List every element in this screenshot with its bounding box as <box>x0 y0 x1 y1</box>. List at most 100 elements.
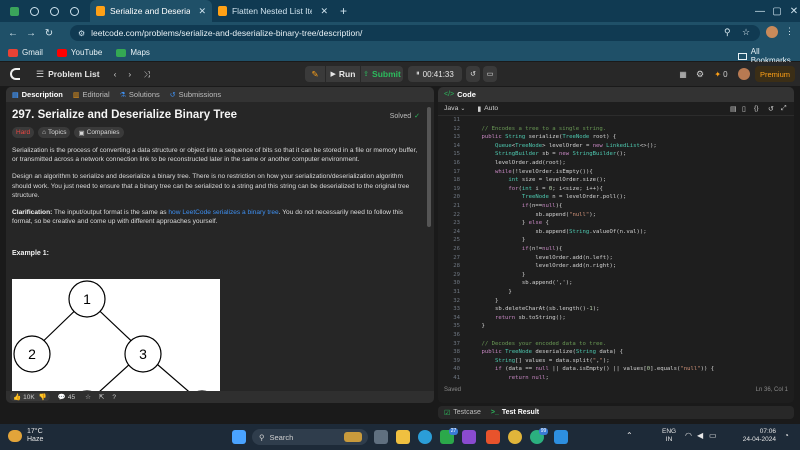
next-problem-icon[interactable]: › <box>128 69 131 79</box>
prev-problem-icon[interactable]: ‹ <box>114 69 117 79</box>
file-explorer-icon[interactable] <box>396 430 410 444</box>
tab-flatten[interactable]: Flatten Nested List Iterator - L ✕ <box>212 0 334 22</box>
brave-icon[interactable] <box>486 430 500 444</box>
thumb-down-icon[interactable]: 👎 <box>39 393 47 401</box>
tab-actions-icon[interactable] <box>4 0 24 22</box>
bookmark-label: YouTube <box>70 48 103 57</box>
zoom-icon[interactable]: ⚲ <box>724 27 731 38</box>
line-number: 38 <box>453 349 460 356</box>
line-code: levelOrder.add(root); <box>494 160 566 166</box>
debug-button[interactable]: ✎ <box>305 66 325 82</box>
submit-button[interactable]: ⇪ Submit <box>361 66 403 82</box>
tab-test-result[interactable]: >_ Test Result <box>491 409 539 416</box>
line-code: public TreeNode deserialize(String data)… <box>481 349 624 356</box>
battery-icon[interactable]: ▭ <box>709 431 717 440</box>
tab-serialize[interactable]: Serialize and Deserialize Binar ✕ <box>90 0 212 22</box>
wifi-icon[interactable]: ◠ <box>685 431 692 440</box>
pinned-tab-icon-2[interactable] <box>64 0 84 22</box>
tab-label: Editorial <box>82 90 110 99</box>
premium-button[interactable]: Premium <box>755 66 795 82</box>
topics-tag[interactable]: ⌂ Topics <box>38 127 71 138</box>
tab-description[interactable]: ▤ Description <box>12 90 63 99</box>
github-icon[interactable] <box>24 0 44 22</box>
vscode-icon[interactable] <box>554 430 568 444</box>
comments-button[interactable]: 💬 45 <box>58 393 75 402</box>
like-button[interactable]: 👍 10K 👎 <box>10 393 50 401</box>
volume-icon[interactable]: ◀ <box>697 431 703 440</box>
bookmark-youtube[interactable]: YouTube <box>56 48 103 57</box>
notifications-icon[interactable]: ◔ <box>784 431 789 440</box>
edge-icon[interactable] <box>418 430 432 444</box>
profile-avatar[interactable] <box>766 26 778 38</box>
bookmark-icon[interactable]: ▯ <box>742 105 746 113</box>
format-code-icon[interactable]: {} <box>754 105 759 112</box>
run-button[interactable]: ▶ Run <box>326 66 360 82</box>
weather-widget[interactable]: 17°C Haze <box>8 428 43 444</box>
description-scrollbar[interactable] <box>427 107 431 227</box>
taskbar-search[interactable]: ⚲ Search <box>252 429 368 445</box>
close-window-icon[interactable]: ✕ <box>782 0 800 22</box>
companies-tag[interactable]: ▣ Companies <box>74 127 124 138</box>
forward-icon[interactable]: → <box>22 22 40 44</box>
line-number: 29 <box>453 271 460 278</box>
clarification-link[interactable]: how LeetCode serializes a binary tree <box>168 209 278 216</box>
chrome-icon[interactable] <box>508 430 522 444</box>
notes-icon[interactable]: ▭ <box>483 66 497 82</box>
close-tab-icon[interactable]: ✕ <box>320 6 328 17</box>
clock[interactable]: 07:06 24-04-2024 <box>728 428 776 444</box>
task-view-icon[interactable] <box>374 430 388 444</box>
tree-svg: 1 2 3 <box>13 280 220 403</box>
code-line: 38 public TreeNode deserialize(String da… <box>438 349 794 357</box>
bookmark-gmail[interactable]: Gmail <box>8 48 43 57</box>
code-editor[interactable]: 11 12 // Encodes a tree to a single strin… <box>438 117 794 385</box>
leetcode-favicon <box>96 6 105 16</box>
tree-node-3: 3 <box>139 346 147 362</box>
timer-reset-icon[interactable]: ↺ <box>466 66 480 82</box>
help-icon[interactable]: ? <box>112 394 116 401</box>
language-select[interactable]: Java ⌄ <box>444 105 465 112</box>
app-icon[interactable] <box>462 430 476 444</box>
reset-icon[interactable]: ↺ <box>768 105 774 113</box>
tab-testcase[interactable]: ☑ Testcase <box>444 409 481 417</box>
url-bar[interactable]: ⚙ leetcode.com/problems/serialize-and-de… <box>70 25 760 41</box>
windows-start-icon[interactable] <box>232 430 246 444</box>
line-number: 17 <box>453 168 460 175</box>
difficulty-badge: Hard <box>12 127 35 138</box>
close-tab-icon[interactable]: ✕ <box>198 6 206 17</box>
tab-submissions[interactable]: ↺ Submissions <box>170 90 221 99</box>
fullscreen-icon[interactable]: ⤢ <box>781 105 786 113</box>
testcase-bar: ☑ Testcase >_ Test Result <box>438 406 794 419</box>
tray-chevron-icon[interactable]: ⌃ <box>626 431 633 440</box>
coins[interactable]: ✦ 0 <box>710 66 732 82</box>
auto-mode[interactable]: ▮ Auto <box>477 105 498 113</box>
bookmark-star-icon[interactable]: ☆ <box>742 27 750 38</box>
line-code: sb.append(String.valueOf(n.val)); <box>535 228 647 235</box>
browser-menu-icon[interactable]: ⋮ <box>785 26 794 37</box>
share-icon[interactable]: ⇱ <box>99 393 104 401</box>
leetcode-logo-icon[interactable] <box>10 68 20 80</box>
code-line: 37 // Decodes your encoded data to tree. <box>438 341 794 349</box>
shuffle-icon[interactable]: ⤨ <box>143 69 150 80</box>
settings-gear-icon[interactable]: ⚙ <box>693 66 707 82</box>
line-code: Queue<TreeNode> levelOrder = new LinkedL… <box>494 142 657 149</box>
reload-icon[interactable]: ↻ <box>40 22 58 44</box>
lang-bottom: IN <box>665 436 673 443</box>
new-tab-button[interactable]: + <box>334 0 353 22</box>
tab-editorial[interactable]: ▥ Editorial <box>73 90 110 99</box>
language-indicator[interactable]: ENG IN <box>662 428 676 444</box>
code-line: 19 for(int i = 0; i<size; i++){ <box>438 186 794 194</box>
pinned-tab-icon[interactable] <box>44 0 64 22</box>
tab-solutions[interactable]: ⚗ Solutions <box>120 90 160 99</box>
problem-list-button[interactable]: ☰ Problem List <box>36 69 100 80</box>
timer[interactable]: ⏸ 00:41:33 <box>408 66 462 82</box>
favorite-star-icon[interactable]: ☆ <box>85 393 91 401</box>
code-line: 32 } <box>438 298 794 306</box>
site-info-icon[interactable]: ⚙ <box>78 29 85 38</box>
url-text: leetcode.com/problems/serialize-and-dese… <box>91 28 363 38</box>
code-line: 12 // Encodes a tree to a single string. <box>438 126 794 134</box>
notes-icon[interactable]: ▤ <box>730 105 736 113</box>
user-avatar[interactable] <box>738 68 750 80</box>
layout-icon[interactable]: ▦ <box>676 66 690 82</box>
back-icon[interactable]: ← <box>4 22 22 44</box>
bookmark-maps[interactable]: Maps <box>116 48 150 57</box>
